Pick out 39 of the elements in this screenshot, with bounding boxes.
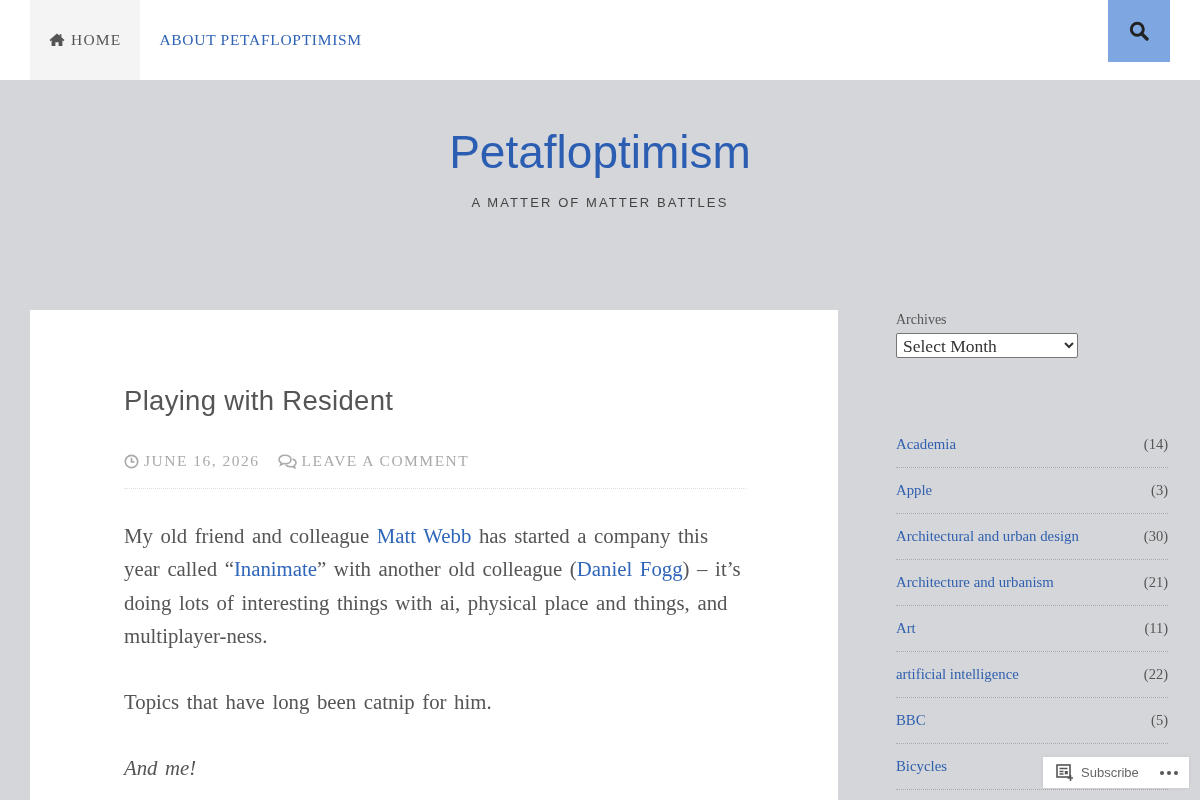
post-paragraph: Topics that have long been catnip for him. [124,689,493,716]
site-title[interactable]: Petafloptimism [449,124,751,180]
more-button[interactable] [1160,770,1178,775]
post-paragraph: My old friend and colleague Matt Webb has started a company this year called “Inanimate” with another old colleague (Daniel Fogg) – it’s doing lots of interesting things with ai, physical place and things, and multiplayer-ness. [124,523,742,650]
text-link[interactable]: Inanimate [233,557,318,581]
clock-icon [124,453,139,469]
text-link[interactable]: Matt Webb [376,524,472,547]
search-icon [1129,21,1149,41]
category-link[interactable]: Academia [896,435,956,453]
category-link[interactable]: Architecture and urbanism [896,573,1054,591]
comments-icon [277,453,297,469]
site-tagline: A MATTER OF MATTER BATTLES [471,194,729,212]
category-count: (11) [1144,619,1168,637]
post-paragraph: And me! [124,755,198,782]
post-title: Playing with Resident [124,384,395,418]
category-count: (14) [1143,435,1168,453]
category-count: (22) [1143,665,1168,683]
search-button[interactable] [1108,0,1170,62]
category-count: (30) [1143,527,1168,545]
category-link[interactable]: BBC [896,711,926,729]
category-count: (21) [1143,573,1168,591]
category-link[interactable]: artificial intelligence [896,665,1019,683]
widget-title: Archives [896,311,948,329]
category-count: (3) [1151,481,1168,499]
category-link[interactable]: Bicycles [896,757,947,775]
category-link[interactable]: Apple [896,481,933,499]
post-date-link[interactable]: JUNE 16, 2026 [144,450,260,472]
nav-link[interactable]: ABOUT PETAFLOPTIMISM [140,0,381,80]
category-link[interactable]: Art [896,619,916,637]
reader-icon [1056,764,1073,781]
category-link[interactable]: Architectural and urban design [896,527,1079,545]
text-link[interactable]: Daniel Fogg [576,557,683,581]
comment-link[interactable]: LEAVE A COMMENT [301,450,470,472]
more-icon [1160,770,1178,775]
subscribe-button[interactable]: Subscribe [1056,764,1139,781]
nav-link[interactable]: HOME [30,0,141,80]
category-count: (5) [1151,711,1168,729]
month-select[interactable]: Select Month [896,333,1078,358]
house-icon [49,32,65,46]
